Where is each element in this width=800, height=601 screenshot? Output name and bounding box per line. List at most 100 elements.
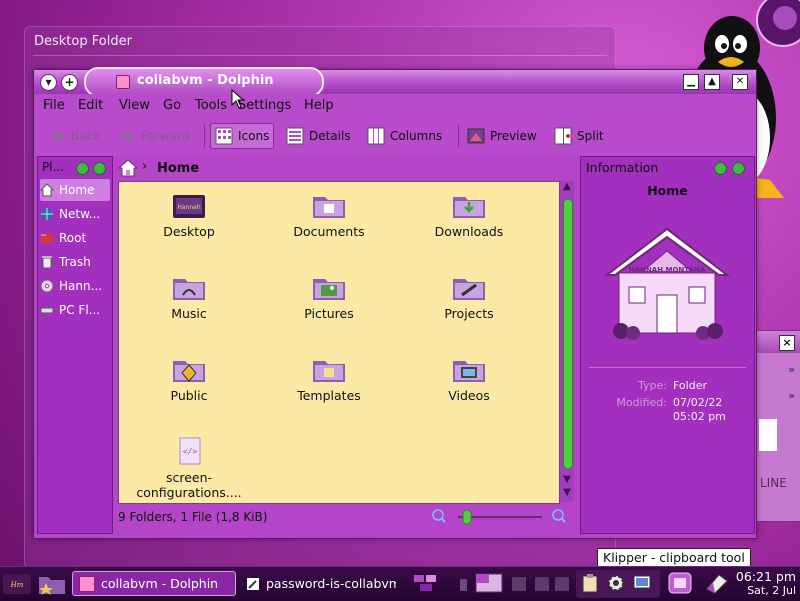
menu-tools[interactable]: Tools — [195, 98, 227, 113]
modified-time: 05:02 pm — [673, 410, 726, 423]
pager-icon[interactable] — [456, 573, 506, 593]
menu-file[interactable]: File — [43, 98, 65, 113]
file-item-documents[interactable]: Documents — [259, 191, 399, 239]
places-item-home[interactable]: Home — [40, 179, 110, 201]
home-icon[interactable] — [118, 158, 138, 178]
pager-bar-icon[interactable] — [510, 573, 528, 593]
klipper-clipboard-icon[interactable] — [580, 573, 600, 593]
split-label: Split — [577, 129, 604, 143]
minimize-button[interactable]: ▁ — [683, 74, 699, 90]
close-button[interactable]: ✕ — [732, 74, 748, 90]
file-item-xml[interactable]: </> screen-configurations.... — [119, 437, 259, 500]
file-item-downloads[interactable]: Downloads — [399, 191, 539, 239]
vertical-scrollbar[interactable]: ▲ ▼ ▼ — [560, 181, 574, 502]
breadcrumb: › Home — [115, 156, 575, 180]
window-title-pill[interactable]: collabvm - Dolphin — [84, 67, 324, 97]
preview-label: Preview — [490, 129, 537, 143]
file-item-videos[interactable]: Videos — [399, 355, 539, 403]
menu-go[interactable]: Go — [163, 98, 181, 113]
modified-label: Modified: — [616, 396, 667, 409]
maximize-button[interactable]: ▲ — [704, 74, 720, 90]
details-view-button[interactable]: Details — [286, 125, 351, 147]
file-view[interactable]: Hannah Desktop Documents Downloads Music… — [118, 181, 560, 504]
file-item-label: Music — [171, 306, 207, 321]
menu-edit[interactable]: Edit — [78, 98, 103, 113]
file-item-label: Templates — [297, 388, 361, 403]
folder-launcher-icon[interactable] — [38, 573, 66, 595]
icons-view-button[interactable]: Icons — [210, 123, 275, 149]
file-item-public[interactable]: Public — [119, 355, 259, 403]
background-window-close-button[interactable]: × — [779, 335, 795, 351]
arrow-right-icon — [120, 130, 134, 142]
svg-text:Hannah: Hannah — [177, 204, 200, 211]
scroll-up-icon[interactable]: ▲ — [560, 181, 574, 195]
taskbar-task-dolphin[interactable]: collabvm - Dolphin — [72, 571, 236, 596]
clock[interactable]: 06:21 pm Sat, 2 Jul — [736, 570, 796, 598]
split-view-icon — [554, 127, 572, 145]
public-folder-icon — [173, 361, 205, 382]
downloads-folder-icon — [453, 197, 485, 218]
zoom-slider[interactable] — [430, 508, 566, 526]
split-button[interactable]: Split — [554, 125, 604, 147]
scroll-down-icon[interactable]: ▼ — [560, 487, 574, 501]
menu-settings[interactable]: Settings — [238, 98, 291, 113]
panel-close-button[interactable] — [732, 162, 745, 175]
kmenu-launcher-icon[interactable]: Hm — [2, 572, 32, 596]
scroll-down-icon[interactable]: ▼ — [560, 474, 574, 488]
columns-view-button[interactable]: Columns — [367, 125, 442, 147]
preview-button[interactable]: Preview — [467, 125, 537, 147]
gear-icon[interactable] — [606, 573, 626, 593]
pager-bar-icon[interactable] — [533, 573, 573, 593]
display-settings-icon[interactable] — [632, 573, 652, 593]
places-item-floppy[interactable]: PC Fl... — [40, 299, 110, 321]
window-title: collabvm - Dolphin — [137, 73, 274, 88]
back-button[interactable]: Back — [48, 125, 100, 147]
file-item-desktop[interactable]: Hannah Desktop — [119, 191, 259, 239]
type-label: Type: — [638, 379, 667, 392]
file-item-music[interactable]: Music — [119, 273, 259, 321]
panel-float-button[interactable] — [76, 162, 89, 175]
templates-folder-icon — [313, 361, 345, 382]
chevron-right-icon[interactable]: » — [788, 363, 795, 376]
chevron-right-icon[interactable]: » — [788, 389, 795, 402]
places-item-label: Root — [59, 231, 87, 245]
file-item-label: Documents — [293, 224, 365, 239]
menu-help[interactable]: Help — [304, 98, 334, 113]
window-titlebar[interactable]: ▾ + collabvm - Dolphin ▁ ▲ ✕ — [34, 67, 756, 97]
details-view-icon — [286, 127, 304, 145]
back-label: Back — [71, 129, 101, 143]
zoom-in-icon — [552, 509, 566, 523]
videos-folder-icon — [453, 361, 485, 382]
window-menu-button[interactable]: ▾ — [40, 74, 57, 91]
keep-above-button[interactable]: + — [61, 74, 78, 91]
file-item-pictures[interactable]: Pictures — [259, 273, 399, 321]
status-bar-text: 9 Folders, 1 File (1,8 KiB) — [118, 510, 268, 524]
wallpaper-applet-icon[interactable] — [667, 571, 693, 595]
taskbar-task-text-editor[interactable]: password-is-collabvm — [240, 571, 396, 596]
file-item-projects[interactable]: Projects — [399, 273, 539, 321]
background-window[interactable]: × » » LINE — [755, 330, 800, 522]
toolbar-separator — [204, 125, 205, 147]
file-item-label: Pictures — [304, 306, 354, 321]
scroll-thumb[interactable] — [563, 199, 573, 469]
forward-button[interactable]: Forward — [118, 125, 189, 147]
file-item-label: Downloads — [434, 224, 504, 239]
show-desktop-icon[interactable] — [412, 573, 440, 593]
menu-view[interactable]: View — [119, 98, 150, 113]
places-item-root[interactable]: Root — [40, 227, 110, 249]
breadcrumb-current[interactable]: Home — [157, 161, 199, 176]
task-label: collabvm - Dolphin — [101, 576, 219, 591]
dolphin-window[interactable]: ▾ + collabvm - Dolphin ▁ ▲ ✕ File Edit V… — [33, 67, 757, 539]
information-divider — [589, 367, 746, 368]
eraser-icon[interactable] — [703, 571, 729, 595]
places-item-trash[interactable]: Trash — [40, 251, 110, 273]
panel-float-button[interactable] — [714, 162, 727, 175]
file-item-templates[interactable]: Templates — [259, 355, 399, 403]
desktop-folder-divider — [33, 55, 607, 56]
root-icon — [41, 234, 53, 243]
background-window-field — [759, 419, 777, 451]
places-item-network[interactable]: Netw... — [40, 203, 110, 225]
chevron-right-icon[interactable]: › — [142, 159, 147, 174]
panel-close-button[interactable] — [93, 162, 106, 175]
places-item-disc[interactable]: Hann... — [40, 275, 110, 297]
